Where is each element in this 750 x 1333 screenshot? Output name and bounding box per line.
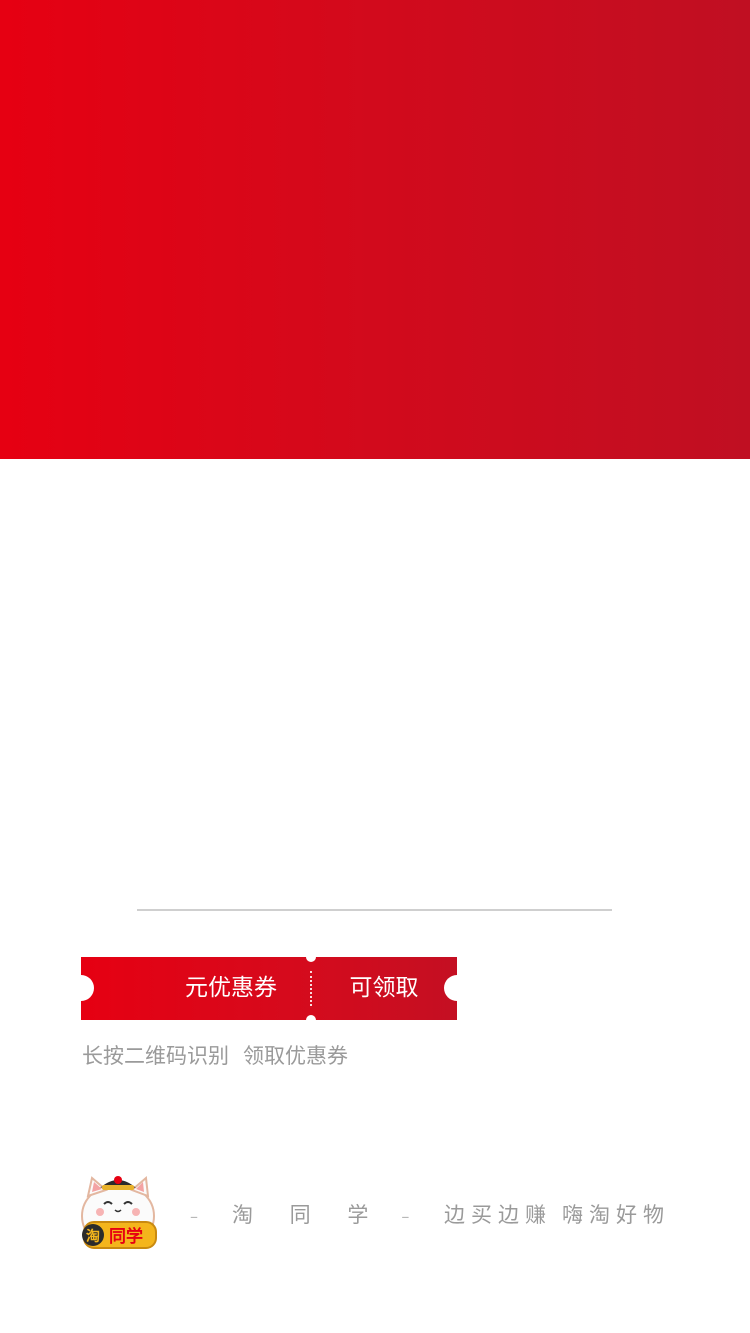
coupon-amount-label: 元优惠券 xyxy=(185,975,277,1001)
coupon-left-notch xyxy=(68,975,94,1001)
svg-text:淘: 淘 xyxy=(86,1228,100,1245)
coupon-ticket[interactable]: 元优惠券 可领取 xyxy=(68,952,470,1025)
qr-hint-claim: 领取优惠券 xyxy=(243,1044,348,1068)
brand-dash-right: – xyxy=(401,1207,410,1226)
brand-name: 淘 同 学 xyxy=(232,1203,384,1227)
brand-tagline: – 淘 同 学 – xyxy=(190,1197,409,1233)
slogan-part-2: 嗨淘好物 xyxy=(562,1203,670,1227)
brand-dash-left: – xyxy=(190,1207,198,1226)
claim-coupon-button[interactable]: 可领取 xyxy=(311,957,457,1020)
lucky-cat-icon: 淘 同学 xyxy=(81,1176,157,1249)
hero-banner xyxy=(0,0,750,459)
app-logo: 淘 同学 xyxy=(80,1172,160,1254)
section-divider xyxy=(137,909,612,911)
slogan: 边买边赚 嗨淘好物 xyxy=(444,1197,670,1233)
slogan-part-1: 边买边赚 xyxy=(444,1203,552,1227)
qr-hint: 长按二维码识别 领取优惠券 xyxy=(82,1040,348,1072)
qr-hint-scan: 长按二维码识别 xyxy=(82,1044,229,1068)
svg-text:同学: 同学 xyxy=(109,1226,143,1247)
